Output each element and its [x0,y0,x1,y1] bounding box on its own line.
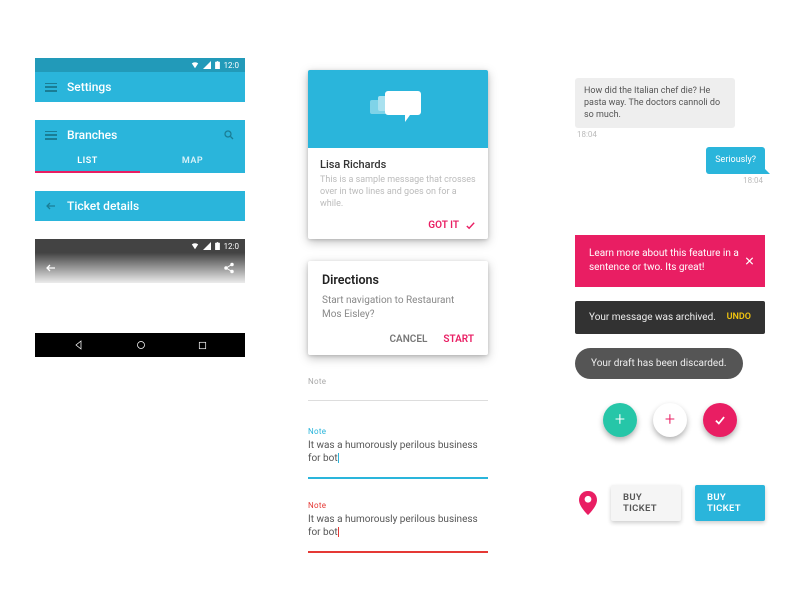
system-navbar [35,333,245,357]
card-title: Lisa Richards [320,158,476,171]
field-label: Note [308,427,488,436]
notice-card: Lisa Richards This is a sample message t… [308,70,488,239]
appbar-ticket-details: Ticket details [35,191,245,221]
chat-bubble-outgoing: Seriously? [706,147,765,173]
textfield-error[interactable]: Note It was a humorously perilous busine… [308,501,488,553]
nav-recent-icon[interactable] [197,340,208,351]
directions-dialog: Directions Start navigation to Restauran… [308,261,488,355]
got-it-button[interactable]: GOT IT [428,220,459,231]
wifi-icon [191,61,199,69]
card-hero [308,70,488,148]
dialog-title: Directions [322,273,474,288]
menu-icon[interactable] [45,83,57,92]
fab-add-teal[interactable]: + [603,403,637,437]
plus-icon: + [665,409,675,430]
buy-ticket-button-light[interactable]: BUY TICKET [611,485,681,521]
battery-icon [215,61,220,69]
clock-text: 12:0 [224,61,239,70]
field-label: Note [308,377,488,386]
field-label: Note [308,501,488,510]
signal-icon [203,61,211,69]
appbar-title: Branches [67,128,117,142]
back-arrow-icon[interactable] [45,200,57,212]
appbar-transparent: 12:0 [35,239,245,283]
snackbar-text: Your message was archived. [589,312,716,323]
appbar-branches: Branches LIST MAP [35,120,245,173]
battery-icon [215,242,220,250]
snackbar-archived: Your message was archived. UNDO [575,301,765,334]
field-value: It was a humorously perilous business fo… [308,514,488,538]
dialog-body: Start navigation to Restaurant Mos Eisle… [322,294,474,322]
fab-row: + + [575,403,765,437]
chat-timestamp: 18:04 [743,176,763,185]
start-button[interactable]: START [443,334,474,345]
card-subtitle: This is a sample message that crosses ov… [320,174,476,210]
promo-tooltip: Learn more about this feature in a sente… [575,235,765,287]
undo-button[interactable]: UNDO [727,312,751,322]
cancel-button[interactable]: CANCEL [390,334,428,345]
nav-home-icon[interactable] [135,339,147,351]
check-icon [465,220,476,231]
button-row: BUY TICKET BUY TICKET [579,485,765,521]
plus-icon: + [615,409,625,430]
location-pin-icon [579,491,597,515]
status-bar: 12:0 [35,239,245,253]
nav-back-icon[interactable] [73,339,85,351]
check-icon [713,413,727,427]
snackbar-discarded: Your draft has been discarded. [575,348,743,379]
appbar-title: Settings [67,80,111,94]
search-icon[interactable] [223,129,235,141]
clock-text: 12:0 [224,242,239,251]
snackbar-text: Your draft has been discarded. [591,358,727,369]
promo-text: Learn more about this feature in a sente… [589,248,739,273]
tab-map[interactable]: MAP [140,150,245,173]
status-bar: 12:0 [35,58,245,72]
chat-bubble-incoming: How did the Italian chef die? He pasta w… [575,78,735,128]
buy-ticket-button-blue[interactable]: BUY TICKET [695,485,765,521]
tabs: LIST MAP [35,150,245,173]
field-value: It was a humorously perilous business fo… [308,440,488,464]
back-arrow-icon[interactable] [45,262,57,274]
fab-confirm[interactable] [703,403,737,437]
appbar-settings: 12:0 Settings [35,58,245,102]
textfield-active[interactable]: Note It was a humorously perilous busine… [308,427,488,479]
signal-icon [203,242,211,250]
appbar-title: Ticket details [67,199,139,213]
chat-bubbles-icon [368,88,428,130]
textfield-empty[interactable]: Note [308,377,488,401]
chat-timestamp: 18:04 [577,130,763,139]
close-icon[interactable] [744,255,755,266]
tab-list[interactable]: LIST [35,150,140,173]
share-icon[interactable] [223,262,235,274]
wifi-icon [191,242,199,250]
fab-add-white[interactable]: + [653,403,687,437]
menu-icon[interactable] [45,131,57,140]
